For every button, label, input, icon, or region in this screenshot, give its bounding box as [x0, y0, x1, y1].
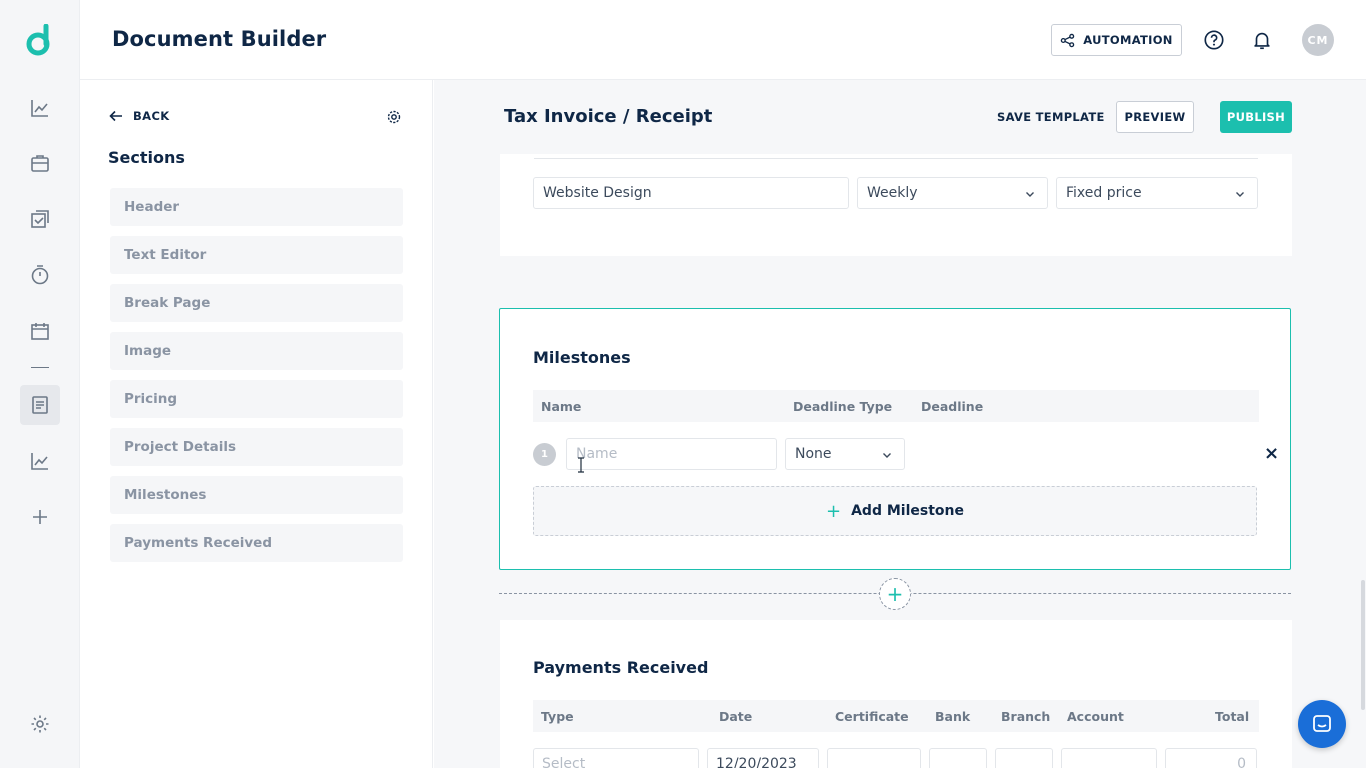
branch-input[interactable] [995, 748, 1053, 768]
payments-title: Payments Received [533, 658, 709, 677]
analytics-icon[interactable] [20, 88, 60, 128]
milestones-table-header: Name Deadline Type Deadline [533, 390, 1259, 422]
frequency-select[interactable]: Weekly [857, 177, 1048, 209]
document-title: Tax Invoice / Receipt [504, 106, 713, 127]
payments-received-card: Payments Received Type Date Certificate … [500, 620, 1292, 768]
calendar-icon[interactable] [20, 311, 60, 351]
section-item-header[interactable]: Header [110, 188, 403, 226]
row-number-badge: 1 [533, 443, 556, 466]
back-button[interactable]: BACK [109, 109, 170, 123]
logo-icon[interactable] [25, 23, 55, 56]
column-header-certificate: Certificate [835, 709, 909, 724]
settings-icon[interactable] [20, 704, 60, 744]
frequency-value: Weekly [867, 185, 918, 201]
deadline-type-value: None [795, 446, 832, 462]
sections-title: Sections [108, 148, 185, 167]
checklist-icon[interactable] [20, 199, 60, 239]
deadline-type-select[interactable]: None [785, 438, 905, 470]
add-section-icon[interactable]: + [879, 578, 911, 610]
payment-date-input[interactable]: 12/20/2023 [707, 748, 819, 768]
pricing-type-value: Fixed price [1066, 185, 1142, 201]
sections-panel: BACK Sections Header Text Editor Break P… [80, 80, 433, 768]
milestones-card[interactable]: Milestones Name Deadline Type Deadline 1… [499, 308, 1291, 570]
bank-input[interactable] [929, 748, 987, 768]
briefcase-icon[interactable] [20, 143, 60, 183]
payment-type-select[interactable]: Select [533, 748, 699, 768]
section-item-pricing[interactable]: Pricing [110, 380, 403, 418]
back-label: BACK [133, 109, 170, 123]
column-header-deadline: Deadline [921, 399, 984, 414]
arrow-left-icon [109, 110, 122, 122]
rail-divider [31, 367, 49, 368]
section-item-payments-received[interactable]: Payments Received [110, 524, 403, 562]
reports-icon[interactable] [20, 441, 60, 481]
page-title: Document Builder [112, 27, 327, 51]
milestone-name-input[interactable]: Name [566, 438, 777, 470]
column-header-date: Date [719, 709, 753, 724]
plus-icon: + [826, 500, 842, 522]
help-icon[interactable] [1202, 28, 1226, 52]
remove-row-icon[interactable]: × [1264, 445, 1279, 463]
gear-icon[interactable] [386, 109, 402, 125]
add-milestone-button[interactable]: + Add Milestone [533, 486, 1257, 536]
column-header-name: Name [541, 399, 582, 414]
account-input[interactable] [1061, 748, 1157, 768]
section-item-image[interactable]: Image [110, 332, 403, 370]
top-bar: Document Builder AUTOMATION CM [80, 0, 1366, 80]
bell-icon[interactable] [1250, 28, 1274, 52]
publish-button[interactable]: PUBLISH [1220, 101, 1292, 133]
preview-button[interactable]: PREVIEW [1116, 101, 1194, 133]
project-name-input[interactable]: Website Design [533, 177, 849, 209]
section-item-project-details[interactable]: Project Details [110, 428, 403, 466]
payments-table-header: Type Date Certificate Bank Branch Accoun… [533, 700, 1259, 732]
add-milestone-label: Add Milestone [851, 503, 964, 519]
column-header-type: Type [541, 709, 574, 724]
column-header-deadline-type: Deadline Type [793, 399, 893, 414]
chevron-down-icon [1026, 192, 1034, 197]
certificate-input[interactable] [827, 748, 921, 768]
column-header-total: Total [1215, 709, 1250, 724]
scrollbar[interactable] [1361, 580, 1365, 710]
section-item-text-editor[interactable]: Text Editor [110, 236, 403, 274]
share-nodes-icon [1061, 33, 1075, 47]
save-template-button[interactable]: SAVE TEMPLATE [997, 110, 1105, 124]
document-icon[interactable] [20, 385, 60, 425]
timer-icon[interactable] [20, 255, 60, 295]
chat-icon [1313, 715, 1331, 732]
text-cursor-icon [578, 457, 584, 473]
chat-launcher-button[interactable] [1298, 700, 1346, 748]
project-details-card: Website Design Weekly Fixed price [500, 154, 1292, 256]
column-header-branch: Branch [1001, 709, 1051, 724]
add-icon[interactable] [20, 497, 60, 537]
avatar[interactable]: CM [1302, 24, 1334, 56]
automation-label: AUTOMATION [1083, 33, 1173, 47]
chevron-down-icon [883, 453, 891, 458]
chevron-down-icon [1236, 192, 1244, 197]
column-header-bank: Bank [935, 709, 971, 724]
editor-canvas: Tax Invoice / Receipt SAVE TEMPLATE PREV… [434, 80, 1366, 768]
pricing-type-select[interactable]: Fixed price [1056, 177, 1258, 209]
section-item-break-page[interactable]: Break Page [110, 284, 403, 322]
left-rail [0, 0, 80, 768]
column-header-account: Account [1067, 709, 1124, 724]
total-input[interactable]: 0 [1165, 748, 1257, 768]
section-item-milestones[interactable]: Milestones [110, 476, 403, 514]
milestones-title: Milestones [533, 348, 631, 367]
automation-button[interactable]: AUTOMATION [1051, 24, 1182, 56]
divider [534, 158, 1258, 159]
